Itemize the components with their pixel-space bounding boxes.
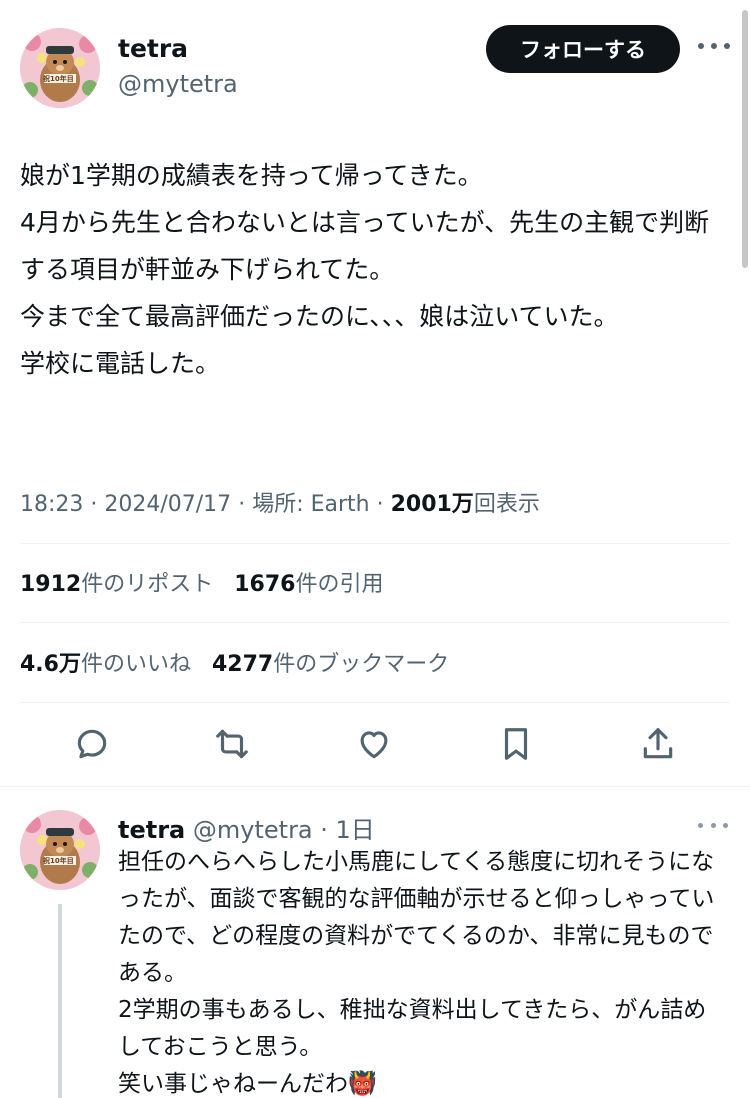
author-name[interactable]: tetra xyxy=(118,34,188,63)
avatar-image xyxy=(20,810,100,890)
quotes-stat[interactable]: 1676件の引用 xyxy=(234,572,383,597)
reply-author-name[interactable]: tetra xyxy=(118,816,185,844)
reply-button[interactable] xyxy=(70,722,114,766)
retweet-icon xyxy=(216,729,248,759)
author-handle[interactable]: @mytetra xyxy=(118,70,238,98)
tweet-header: 祝10年目 tetra @mytetra フォローする xyxy=(20,20,730,110)
reposts-stat[interactable]: 1912件のリポスト xyxy=(20,572,213,597)
divider xyxy=(20,543,730,544)
stats-row-likes: 4.6万件のいいね 4277件のブックマーク xyxy=(20,646,449,678)
bookmark-button[interactable] xyxy=(494,722,538,766)
stats-row-reposts: 1912件のリポスト 1676件の引用 xyxy=(20,566,384,598)
divider xyxy=(20,702,730,703)
tweet-sep: · xyxy=(238,492,253,517)
avatar-badge: 祝10年目 xyxy=(43,75,74,83)
reply-icon xyxy=(77,729,107,759)
tweet-location: 場所: Earth · xyxy=(252,492,391,517)
tweet-text: 娘が1学期の成績表を持って帰ってきた。 4月から先生と合わないとは言っていたが、… xyxy=(20,161,710,378)
reply-tweet[interactable]: 祝10年目 tetra @mytetra · 1日 担任のへらへらした小馬鹿にし… xyxy=(0,786,750,1098)
reply-text: 担任のへらへらした小馬鹿にしてくる態度に切れそうになったが、面談で客観的な評価軸… xyxy=(118,849,715,1097)
avatar-badge: 祝10年目 xyxy=(43,857,74,865)
action-bar xyxy=(70,722,710,768)
retweet-button[interactable] xyxy=(210,722,254,766)
bookmarks-stat[interactable]: 4277件のブックマーク xyxy=(212,652,449,677)
share-button[interactable] xyxy=(636,722,680,766)
views-label: 回表示 xyxy=(473,492,540,517)
reply-meta[interactable]: @mytetra · 1日 xyxy=(185,816,375,844)
avatar-image xyxy=(20,28,100,108)
tweet-meta: 18:23 · 2024/07/17 · 場所: Earth · 2001万回表… xyxy=(20,486,540,518)
avatar[interactable]: 祝10年目 xyxy=(20,28,100,108)
bookmark-icon xyxy=(504,728,528,760)
more-options-icon[interactable] xyxy=(698,34,730,58)
views-count: 2001万 xyxy=(390,492,474,517)
divider xyxy=(20,622,730,623)
reply-avatar[interactable]: 祝10年目 xyxy=(20,810,100,890)
likes-stat[interactable]: 4.6万件のいいね xyxy=(20,652,191,677)
scrollbar[interactable] xyxy=(742,10,748,268)
like-icon xyxy=(360,731,388,759)
follow-button[interactable]: フォローする xyxy=(486,25,680,73)
share-icon xyxy=(643,728,673,759)
reply-more-options-icon[interactable] xyxy=(698,820,728,830)
tweet-time[interactable]: 18:23 · 2024/07/17 xyxy=(20,492,231,517)
thread-line xyxy=(58,904,62,1098)
like-button[interactable] xyxy=(352,722,396,766)
reply-header: tetra @mytetra · 1日 xyxy=(118,810,375,845)
